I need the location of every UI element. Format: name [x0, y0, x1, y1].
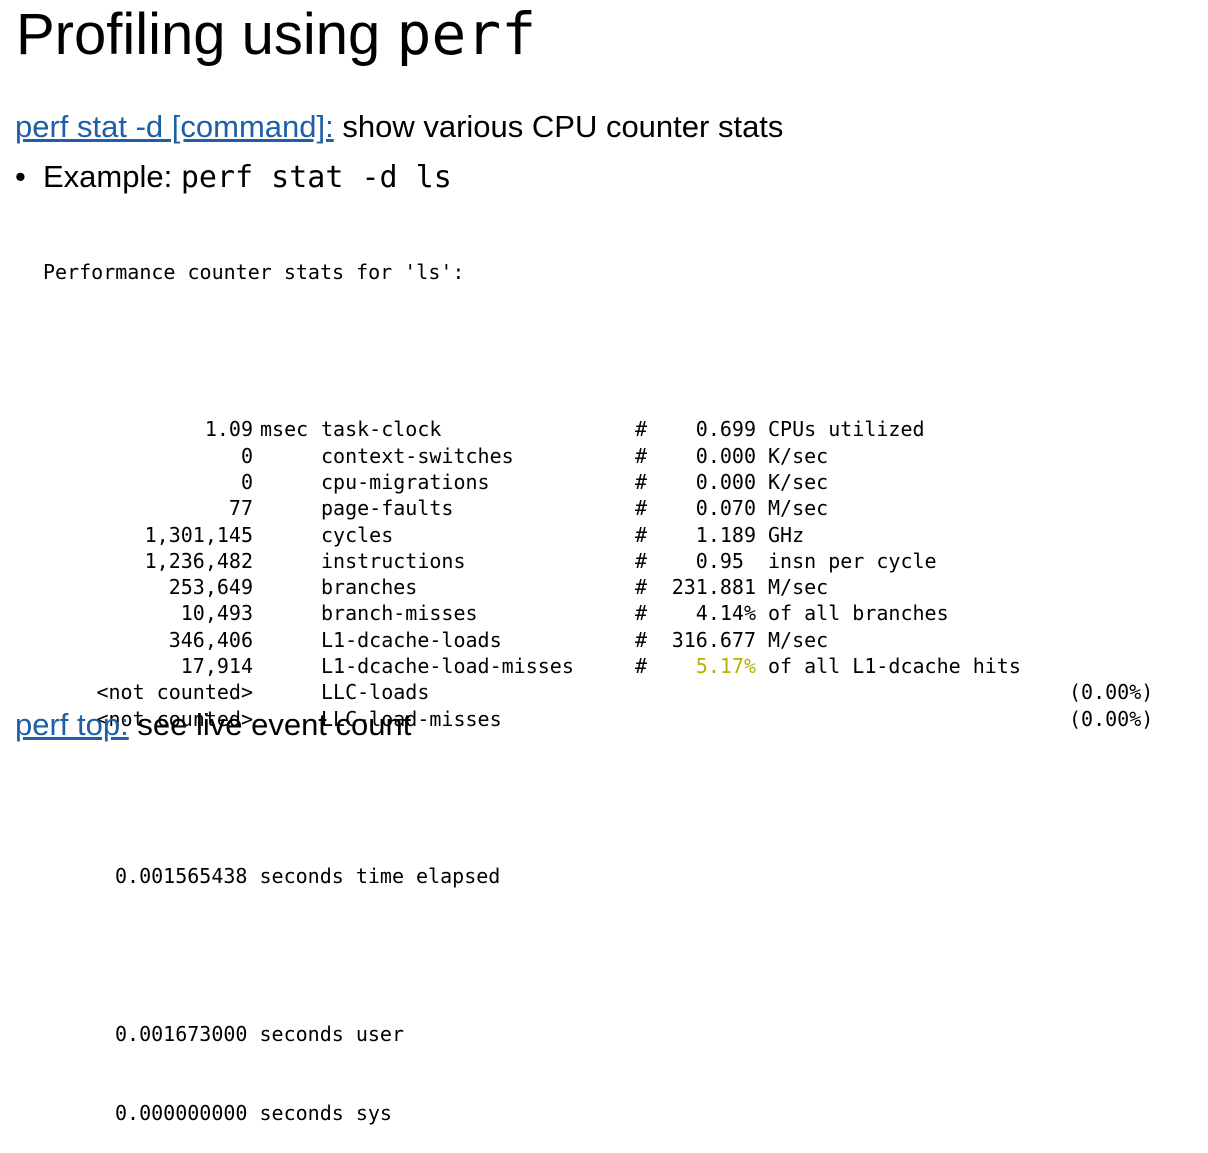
- metric-value: 0.000: [695, 443, 756, 468]
- counter-row: 0 cpu-migrations #0.000 K/sec: [43, 469, 828, 495]
- metric-value: 0.000: [695, 469, 756, 494]
- hash-symbol: #: [635, 417, 648, 442]
- hash-symbol: #: [635, 496, 648, 521]
- counter-rows: 1.09 msec task-clock #0.699 CPUs utilized 0 co…: [43, 416, 1153, 732]
- metric-value: 0.699: [695, 417, 756, 442]
- metric-description: M/sec: [768, 575, 829, 600]
- perf-top-line: perf top: see live event count: [15, 706, 411, 744]
- title-text: Profiling using: [16, 2, 397, 67]
- hash-symbol: #: [635, 469, 648, 494]
- perf-output: Performance counter stats for 'ls': 1.09…: [43, 206, 1153, 1153]
- output-header-text: Performance counter stats for 'ls':: [43, 259, 465, 284]
- event-name: L1-dcache-loads: [321, 627, 502, 652]
- counter-row: 1.09 msec task-clock #0.699 CPUs utilized: [43, 416, 925, 442]
- counter-value: 1,236,482: [144, 548, 253, 573]
- metric-value: 0.070: [695, 496, 756, 521]
- counter-row: 17,914 L1-dcache-load-misses #5.17% of all …: [43, 653, 1021, 679]
- perf-stat-line: perf stat -d [command]: show various CPU…: [15, 108, 783, 146]
- metric-description: GHz: [768, 522, 805, 547]
- metric-description: insn per cycle: [768, 548, 937, 573]
- counter-value: 346,406: [168, 627, 253, 652]
- metric-description: M/sec: [768, 627, 829, 652]
- counter-row: 10,493 branch-misses #4.14% of all branches: [43, 600, 949, 626]
- user-time-text: 0.001673000 seconds user: [115, 1022, 404, 1047]
- counter-value: 17,914: [180, 654, 253, 679]
- counter-value: <not counted>: [96, 680, 253, 705]
- sys-line: 0.000000000 seconds sys: [43, 1100, 392, 1126]
- event-name: instructions: [321, 548, 466, 573]
- example-bullet: • Example: perf stat -d ls: [15, 158, 452, 197]
- perf-stat-link[interactable]: perf stat -d [command]:: [15, 109, 334, 144]
- title-code: perf: [396, 0, 537, 68]
- event-name: cpu-migrations: [321, 469, 490, 494]
- counter-row: 1,236,482 instructions #0.95 insn per cycl…: [43, 548, 937, 574]
- elapsed-line: 0.001565438 seconds time elapsed: [43, 863, 500, 889]
- elapsed-text: 0.001565438 seconds time elapsed: [115, 864, 501, 889]
- counter-row: 346,406 L1-dcache-loads #316.677 M/sec: [43, 627, 829, 653]
- counter-row: 77 page-faults #0.070 M/sec: [43, 495, 828, 521]
- counter-row: <not counted> LLC-loads (0.00%): [43, 679, 1153, 705]
- counter-row: 253,649 branches #231.881 M/sec: [43, 574, 829, 600]
- hash-symbol: #: [635, 601, 648, 626]
- perf-top-link[interactable]: perf top:: [15, 707, 129, 742]
- event-name: L1-dcache-load-misses: [321, 654, 574, 679]
- event-name: LLC-loads: [321, 680, 430, 705]
- sys-time-text: 0.000000000 seconds sys: [115, 1101, 392, 1126]
- perf-top-description: see live event count: [128, 707, 412, 742]
- user-line: 0.001673000 seconds user: [43, 1021, 404, 1047]
- output-header: Performance counter stats for 'ls':: [43, 259, 464, 285]
- counter-row: 1,301,145 cycles #1.189 GHz: [43, 522, 805, 548]
- metric-description: of all L1-dcache hits: [768, 654, 1021, 679]
- hash-symbol: #: [635, 443, 648, 468]
- metric-value: 231.881: [671, 575, 756, 600]
- metric-value: 1.189: [695, 522, 756, 547]
- perf-stat-description: show various CPU counter stats: [333, 109, 784, 144]
- bullet-symbol: •: [15, 159, 26, 194]
- hash-symbol: #: [635, 627, 648, 652]
- counter-value: 253,649: [168, 575, 253, 600]
- event-name: branch-misses: [321, 601, 478, 626]
- example-command: perf stat -d ls: [180, 160, 452, 195]
- scaling-percentage: (0.00%): [1069, 680, 1154, 705]
- metric-value: 0.95: [695, 548, 756, 573]
- slide-title: Profiling using perf: [16, 2, 536, 67]
- metric-value: 316.677: [671, 627, 756, 652]
- example-label: Example:: [43, 159, 181, 194]
- metric-description: K/sec: [768, 469, 829, 494]
- hash-symbol: #: [635, 654, 648, 679]
- metric-description: CPUs utilized: [768, 417, 925, 442]
- counter-value: 0: [240, 469, 253, 494]
- counter-value: 0: [240, 443, 253, 468]
- event-name: context-switches: [321, 443, 514, 468]
- hash-symbol: #: [635, 548, 648, 573]
- metric-description: K/sec: [768, 443, 829, 468]
- counter-value: 77: [228, 496, 253, 521]
- event-name: page-faults: [321, 496, 454, 521]
- scaling-percentage: (0.00%): [1069, 706, 1154, 731]
- counter-value: 1.09: [204, 417, 253, 442]
- counter-value: 1,301,145: [144, 522, 253, 547]
- hash-symbol: #: [635, 575, 648, 600]
- hash-symbol: #: [635, 522, 648, 547]
- counter-unit: msec: [260, 417, 309, 442]
- event-name: branches: [321, 575, 418, 600]
- counter-value: 10,493: [180, 601, 253, 626]
- metric-description: M/sec: [768, 496, 829, 521]
- event-name: task-clock: [321, 417, 442, 442]
- metric-value: 5.17%: [695, 654, 756, 679]
- counter-row: 0 context-switches #0.000 K/sec: [43, 443, 828, 469]
- metric-description: of all branches: [768, 601, 949, 626]
- event-name: cycles: [321, 522, 394, 547]
- metric-value: 4.14%: [695, 601, 756, 626]
